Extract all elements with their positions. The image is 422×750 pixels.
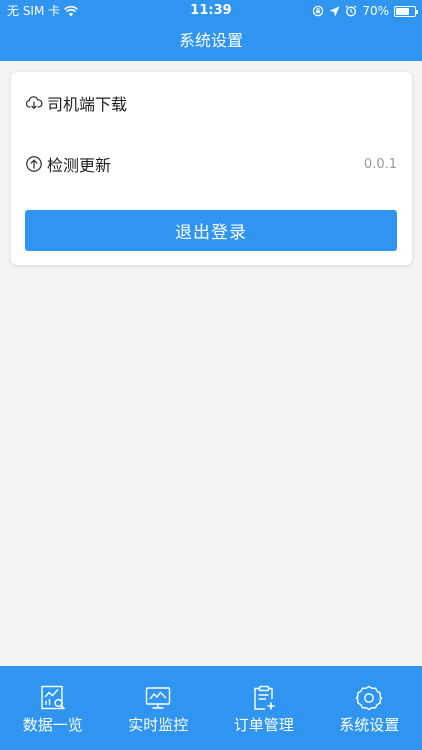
tab-order-management[interactable]: 订单管理	[211, 666, 317, 750]
circle-up-arrow-icon	[26, 156, 42, 172]
check-update-item[interactable]: 检测更新 0.0.1	[25, 149, 397, 179]
battery-level	[396, 7, 409, 15]
status-bar: 无 SIM 卡 11:39 70%	[0, 0, 422, 22]
tab-system-settings[interactable]: 系统设置	[317, 666, 422, 750]
battery-icon	[394, 5, 418, 17]
monitor-icon	[146, 687, 171, 709]
driver-download-label: 司机端下载	[47, 95, 128, 114]
battery-percent: 70%	[362, 4, 389, 18]
data-overview-icon	[41, 685, 65, 710]
cloud-download-icon	[25, 96, 43, 110]
version-text: 0.0.1	[363, 156, 397, 172]
tab-realtime-monitor[interactable]: 实时监控	[106, 666, 212, 750]
lock-rotation-icon	[313, 5, 324, 17]
driver-download-item[interactable]: 司机端下载	[25, 88, 422, 118]
status-right: 70%	[312, 0, 418, 22]
tab-data-overview[interactable]: 数据一览	[0, 666, 106, 750]
check-update-label: 检测更新	[47, 156, 112, 175]
settings-gear-icon	[355, 685, 383, 711]
location-arrow-icon	[329, 6, 340, 16]
logout-button[interactable]: 退出登录	[25, 210, 397, 251]
tab-label: 系统设置	[339, 716, 400, 734]
tab-label: 数据一览	[22, 716, 83, 734]
alarm-icon	[345, 5, 357, 17]
tab-label: 订单管理	[233, 716, 294, 734]
tab-label: 实时监控	[128, 716, 189, 734]
bottom-tab-bar: 数据一览 实时监控 订单管理 系统设置	[0, 666, 422, 750]
order-icon	[254, 685, 275, 710]
page-title: 系统设置	[178, 31, 243, 50]
app-header: 无 SIM 卡 11:39 70% 系统设置	[0, 0, 422, 61]
